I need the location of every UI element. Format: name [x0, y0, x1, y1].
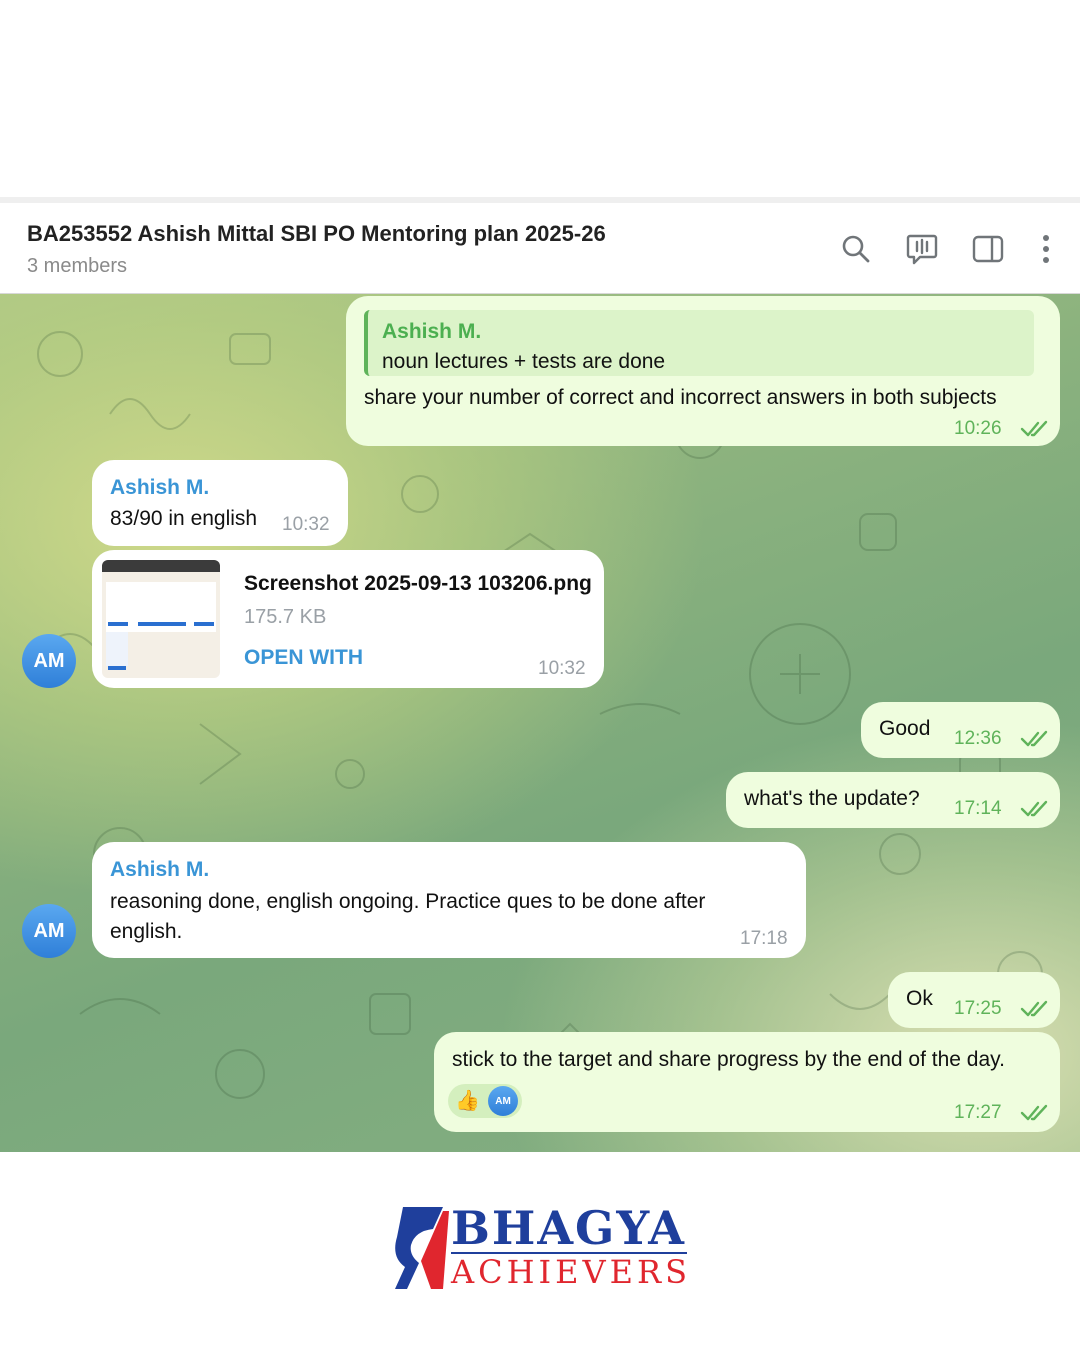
message-text: reasoning done, english ongoing. Practic… — [110, 890, 706, 943]
sidebar-toggle-icon[interactable] — [968, 229, 1008, 269]
message-text: what's the update? — [744, 787, 920, 810]
file-thumbnail[interactable] — [102, 560, 220, 678]
message-bubble[interactable]: Ashish M. reasoning done, english ongoin… — [92, 842, 806, 958]
message-text: Good — [879, 717, 931, 740]
message-time: 17:27 — [954, 1102, 1002, 1123]
double-check-icon — [1020, 730, 1048, 747]
open-with-button[interactable]: OPEN WITH — [244, 646, 363, 670]
message-bubble[interactable]: Ok 17:25 — [888, 972, 1060, 1028]
chat-area[interactable]: Ashish M. noun lectures + tests are done… — [0, 294, 1080, 1152]
message-bubble[interactable]: stick to the target and share progress b… — [434, 1032, 1060, 1132]
more-vertical-icon[interactable] — [1026, 229, 1066, 269]
search-icon[interactable] — [836, 229, 876, 269]
reply-text: noun lectures + tests are done — [382, 350, 666, 373]
message-time: 10:32 — [282, 514, 330, 535]
message-bubble[interactable]: what's the update? 17:14 — [726, 772, 1060, 828]
chat-title[interactable]: BA253552 Ashish Mittal SBI PO Mentoring … — [27, 221, 606, 247]
message-time: 12:36 — [954, 728, 1002, 749]
double-check-icon — [1020, 1104, 1048, 1121]
message-bubble[interactable]: Ashish M. 83/90 in english 10:32 — [92, 460, 348, 546]
message-time: 17:18 — [740, 928, 788, 949]
reply-sender: Ashish M. — [382, 320, 482, 343]
message-text: stick to the target and share progress b… — [452, 1048, 1005, 1071]
message-time: 17:14 — [954, 798, 1002, 819]
video-chat-icon[interactable] — [902, 229, 942, 269]
brand-logo: BHAGYA ACHIEVERS — [395, 1201, 695, 1293]
message-text: Ok — [906, 987, 933, 1010]
thumbs-up-icon: 👍 — [455, 1090, 480, 1112]
avatar[interactable]: AM — [22, 634, 76, 688]
message-bubble[interactable]: Good 12:36 — [861, 702, 1060, 758]
logo-line2: ACHIEVERS — [451, 1253, 691, 1291]
message-bubble[interactable]: Ashish M. noun lectures + tests are done… — [346, 296, 1060, 446]
message-text: share your number of correct and incorre… — [364, 386, 997, 409]
double-check-icon — [1020, 420, 1048, 437]
double-check-icon — [1020, 1000, 1048, 1017]
message-time: 10:32 — [538, 658, 586, 679]
chat-header[interactable]: BA253552 Ashish Mittal SBI PO Mentoring … — [0, 203, 1080, 294]
sender-name[interactable]: Ashish M. — [110, 858, 209, 882]
file-message[interactable]: Screenshot 2025-09-13 103206.png 175.7 K… — [92, 550, 604, 688]
message-text: 83/90 in english — [110, 507, 258, 530]
avatar[interactable]: AM — [22, 904, 76, 958]
logo-line1: BHAGYA — [451, 1201, 686, 1255]
sender-name[interactable]: Ashish M. — [110, 476, 209, 500]
message-time: 10:26 — [954, 418, 1002, 439]
file-size: 175.7 KB — [244, 606, 327, 628]
message-time: 17:25 — [954, 998, 1002, 1019]
reaction-avatar: AM — [488, 1086, 518, 1116]
reaction-chip[interactable]: 👍 AM — [448, 1084, 522, 1118]
double-check-icon — [1020, 800, 1048, 817]
member-count: 3 members — [27, 255, 128, 277]
file-name: Screenshot 2025-09-13 103206.png — [244, 572, 592, 595]
reply-quote[interactable]: Ashish M. noun lectures + tests are done — [364, 310, 1034, 376]
